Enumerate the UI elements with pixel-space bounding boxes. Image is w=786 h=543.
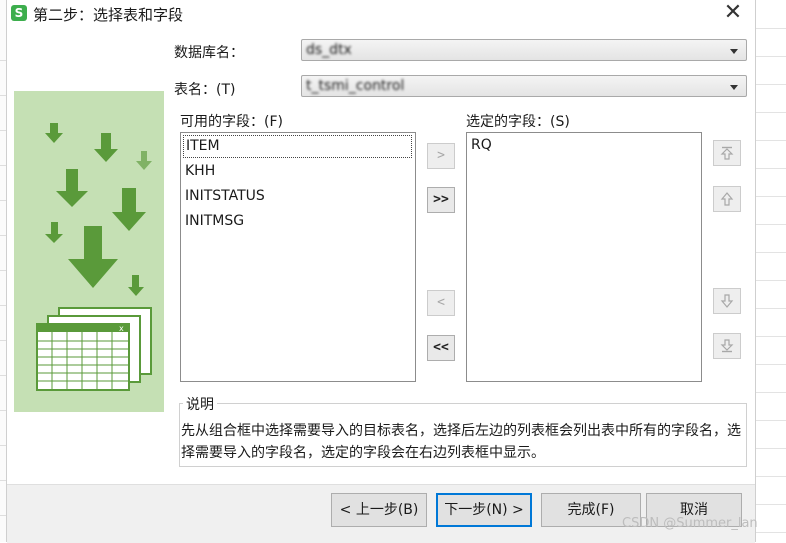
move-top-button[interactable] xyxy=(713,140,741,166)
table-label: 表名：(T) xyxy=(174,82,236,98)
move-bottom-icon xyxy=(720,339,734,353)
description-text: 先从组合框中选择需要导入的目标表名，选择后左边的列表框会列出表中所有的字段名，选… xyxy=(181,423,741,461)
move-up-icon xyxy=(720,192,734,206)
selected-fields-label: 选定的字段：(S) xyxy=(466,114,570,130)
watermark-text: CSDN @Summer_lan xyxy=(622,516,758,531)
title-bar: S 第二步：选择表和字段 ✕ xyxy=(7,0,755,28)
close-button[interactable]: ✕ xyxy=(721,2,745,26)
move-down-button[interactable] xyxy=(713,288,741,314)
next-button[interactable]: 下一步(N) > xyxy=(436,493,532,527)
list-item[interactable]: ITEM xyxy=(182,134,413,159)
wizard-illustration: x xyxy=(14,91,164,412)
database-label: 数据库名： xyxy=(174,45,244,61)
move-top-icon xyxy=(720,146,734,160)
table-value: t_tsmi_control xyxy=(306,78,405,94)
available-fields-listbox[interactable]: ITEM KHH INITSTATUS INITMSG xyxy=(180,132,416,382)
previous-button[interactable]: < 上一步(B) xyxy=(331,493,427,527)
app-s-icon: S xyxy=(11,5,27,21)
database-value: ds_dtx xyxy=(306,42,352,58)
remove-all-button[interactable]: << xyxy=(427,335,455,361)
background-sheet-right xyxy=(755,0,786,542)
list-item[interactable]: KHH xyxy=(181,159,415,184)
import-arrows-icon: x xyxy=(36,123,152,391)
dialog-title: 第二步：选择表和字段 xyxy=(33,6,184,24)
add-all-button[interactable]: >> xyxy=(427,187,455,213)
move-down-icon xyxy=(720,294,734,308)
import-wizard-dialog: S 第二步：选择表和字段 ✕ x 数据库名： ds_dtx 表名：(T) t_t… xyxy=(6,0,756,543)
dialog-footer: < 上一步(B) 下一步(N) > 完成(F) 取消 xyxy=(7,484,755,543)
move-up-button[interactable] xyxy=(713,186,741,212)
move-bottom-button[interactable] xyxy=(713,333,741,359)
dropdown-arrow-icon xyxy=(730,85,738,90)
selected-fields-listbox[interactable]: RQ xyxy=(466,132,702,382)
list-item[interactable]: RQ xyxy=(467,133,701,158)
remove-one-button[interactable]: < xyxy=(427,290,455,316)
table-combobox[interactable]: t_tsmi_control xyxy=(301,75,747,97)
database-combobox[interactable]: ds_dtx xyxy=(301,39,747,61)
list-item[interactable]: INITSTATUS xyxy=(181,184,415,209)
add-one-button[interactable]: > xyxy=(427,143,455,169)
svg-text:x: x xyxy=(119,324,124,333)
available-fields-label: 可用的字段：(F) xyxy=(180,114,283,130)
list-item[interactable]: INITMSG xyxy=(181,209,415,234)
description-title: 说明 xyxy=(183,394,217,414)
dropdown-arrow-icon xyxy=(730,49,738,54)
